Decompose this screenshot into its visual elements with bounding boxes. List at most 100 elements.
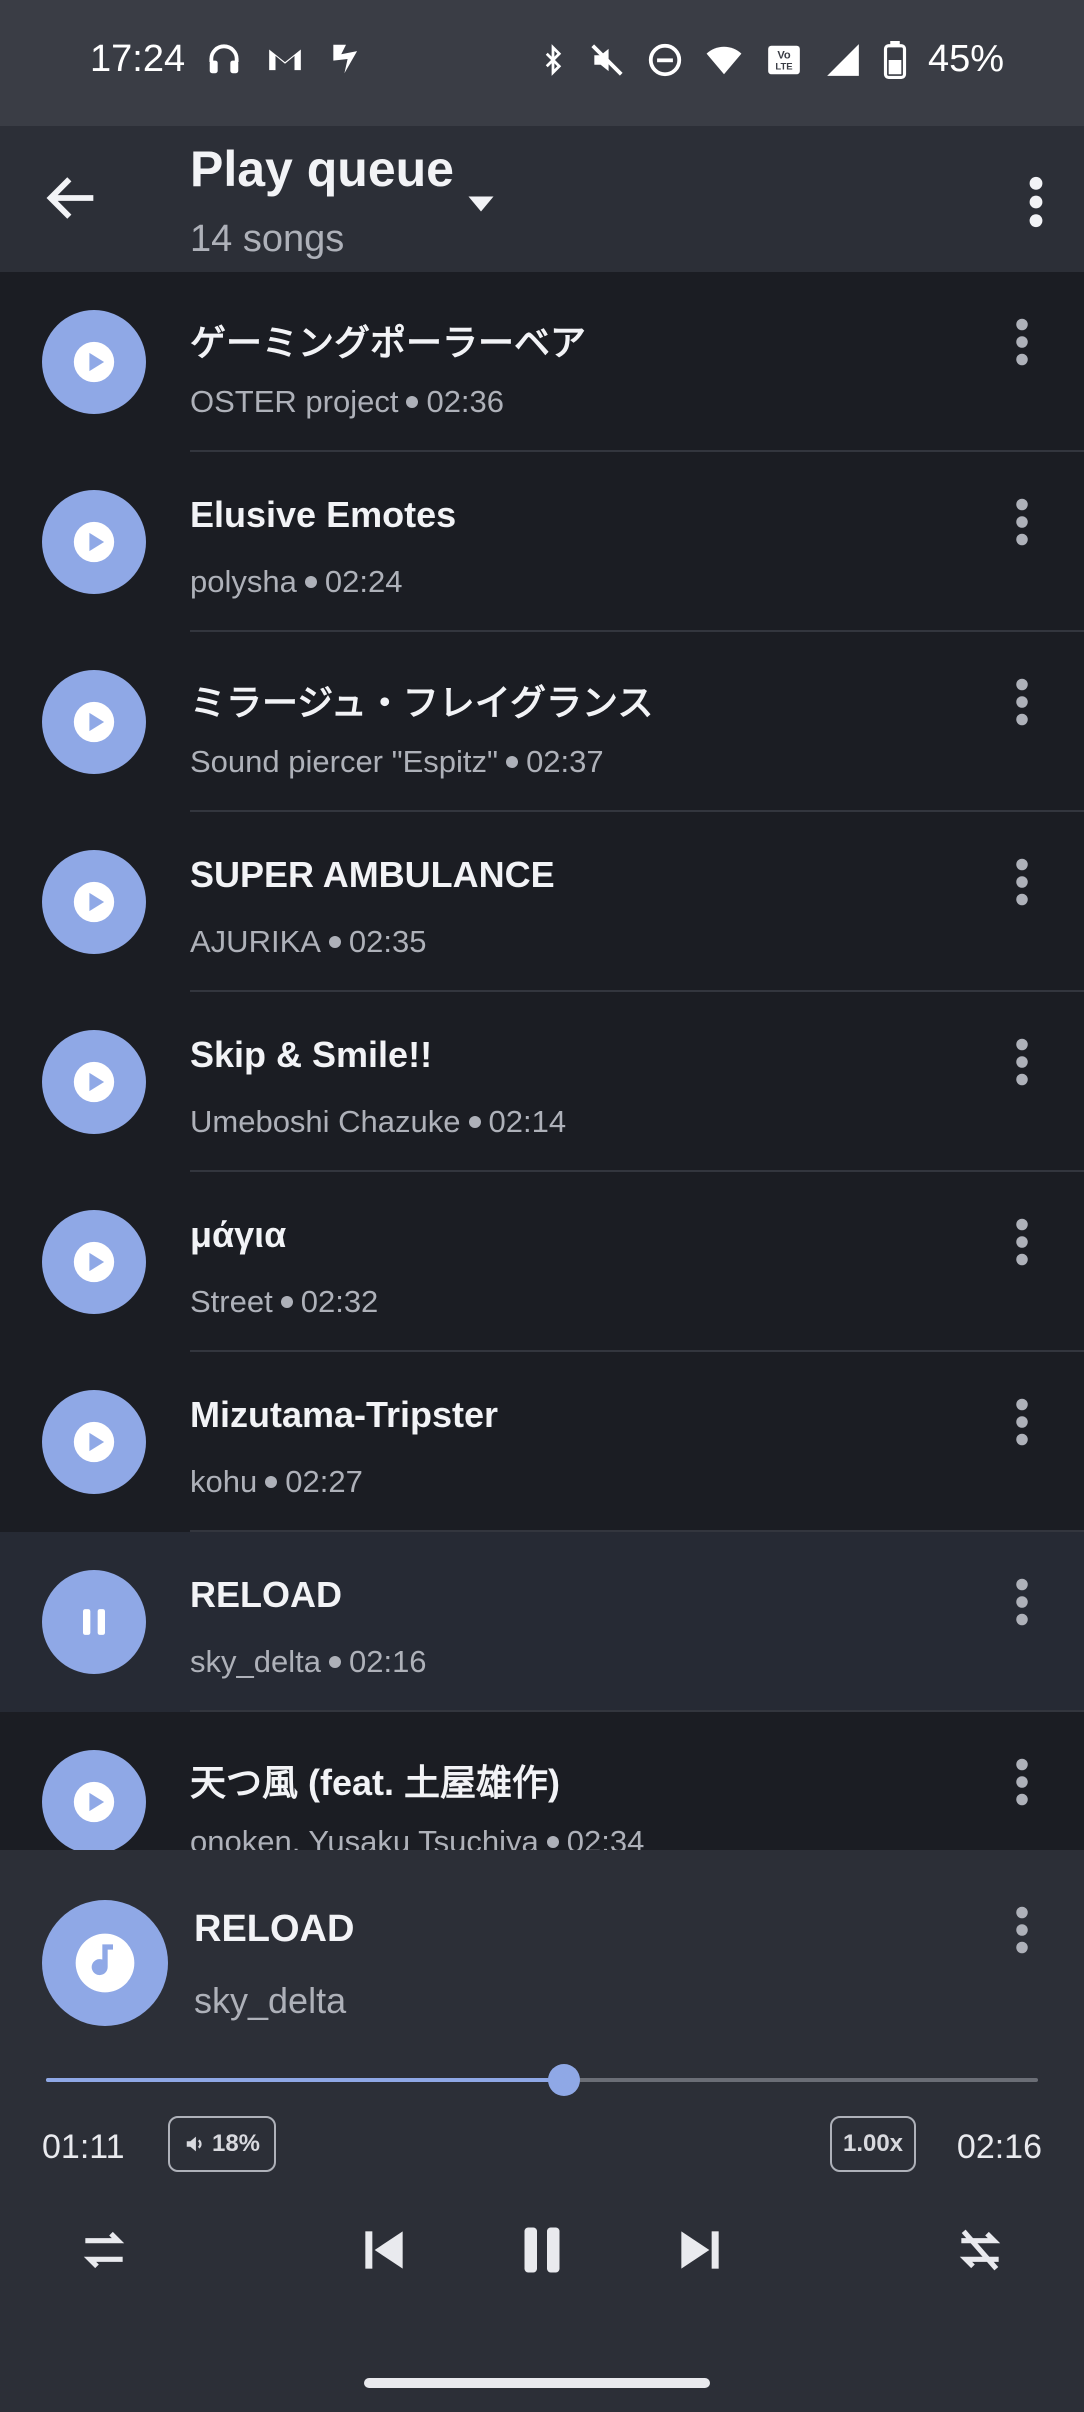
queue-row[interactable]: SUPER AMBULANCE AJURIKA 02:35	[0, 812, 1084, 992]
more-vert-icon	[1016, 1758, 1028, 1806]
pause-icon	[524, 2227, 560, 2273]
caret-down-icon[interactable]	[466, 194, 496, 214]
song-artist: Sound piercer "Espitz"	[190, 744, 499, 779]
play-pause-button[interactable]	[502, 2210, 582, 2290]
now-playing-title: RELOAD	[194, 1908, 355, 1950]
status-bar: 17:24 Vo LTE 45%	[0, 0, 1084, 126]
total-time: 02:16	[956, 2128, 1042, 2166]
queue-list[interactable]: ゲーミングポーラーベア OSTER project 02:36 Elusive E…	[0, 272, 1084, 1850]
seek-thumb[interactable]	[547, 2064, 580, 2096]
song-meta: Umeboshi Chazuke 02:14	[190, 1104, 566, 1140]
song-title: Mizutama-Tripster	[190, 1394, 499, 1435]
queue-row[interactable]: Elusive Emotes polysha 02:24	[0, 452, 1084, 632]
play-icon	[73, 521, 115, 563]
play-button[interactable]	[42, 1030, 146, 1134]
shuffle-button[interactable]	[940, 2210, 1020, 2290]
song-artist: OSTER project	[190, 384, 399, 419]
play-icon	[73, 881, 115, 923]
back-button[interactable]	[40, 166, 104, 230]
more-vert-icon	[1016, 1218, 1028, 1266]
play-button[interactable]	[42, 1750, 146, 1850]
row-overflow-button[interactable]	[1002, 1392, 1042, 1452]
row-overflow-button[interactable]	[1002, 1212, 1042, 1272]
song-meta: Street 02:32	[190, 1284, 378, 1320]
song-title: ミラージュ・フレイグランス	[190, 682, 654, 723]
song-artist: onoken, Yusaku Tsuchiya	[190, 1824, 539, 1850]
play-button[interactable]	[42, 670, 146, 774]
headphones-icon	[209, 44, 239, 74]
song-meta: onoken, Yusaku Tsuchiya 02:34	[190, 1824, 644, 1850]
overflow-menu-button[interactable]	[1012, 170, 1060, 234]
more-vert-icon	[1016, 678, 1028, 726]
more-vert-icon	[1016, 318, 1028, 366]
battery-icon	[883, 40, 907, 79]
song-meta: polysha 02:24	[190, 564, 402, 600]
play-button[interactable]	[42, 1570, 146, 1674]
queue-row[interactable]: μάγια Street 02:32	[0, 1172, 1084, 1352]
volume-button[interactable]: 18%	[168, 2116, 276, 2172]
previous-button[interactable]	[344, 2210, 424, 2290]
volume-icon	[186, 2136, 202, 2152]
queue-row[interactable]: 天つ風 (feat. 土屋雄作) onoken, Yusaku Tsuchiya…	[0, 1712, 1084, 1850]
song-title: Skip & Smile!!	[190, 1034, 433, 1075]
notification-icons	[205, 40, 365, 78]
bluetooth-icon	[545, 43, 562, 76]
play-icon	[73, 1781, 115, 1823]
separator-dot	[546, 1835, 559, 1848]
arrow-back-icon	[46, 177, 94, 219]
play-icon	[73, 1061, 115, 1103]
song-meta: sky_delta 02:16	[190, 1644, 427, 1680]
song-title: μάγια	[190, 1214, 287, 1255]
mute-icon	[591, 43, 623, 76]
queue-row[interactable]: RELOAD sky_delta 02:16	[0, 1532, 1084, 1712]
row-overflow-button[interactable]	[1002, 1572, 1042, 1632]
svg-text:LTE: LTE	[775, 61, 792, 72]
song-meta: OSTER project 02:36	[190, 384, 504, 420]
song-title: Elusive Emotes	[190, 494, 457, 535]
song-meta: Sound piercer "Espitz" 02:37	[190, 744, 604, 780]
play-button[interactable]	[42, 310, 146, 414]
song-artist: Street	[190, 1284, 273, 1319]
elapsed-time: 01:11	[42, 2128, 125, 2166]
play-button[interactable]	[42, 490, 146, 594]
more-vert-icon	[1016, 1906, 1028, 1954]
separator-dot	[304, 575, 317, 588]
song-artist: polysha	[190, 564, 297, 599]
album-art	[42, 1900, 168, 2026]
separator-dot	[468, 1115, 481, 1128]
song-artist: kohu	[190, 1464, 258, 1499]
seek-bar[interactable]	[46, 2064, 1038, 2096]
queue-row[interactable]: ゲーミングポーラーベア OSTER project 02:36	[0, 272, 1084, 452]
pause-icon	[83, 1609, 105, 1635]
row-overflow-button[interactable]	[1002, 312, 1042, 372]
queue-row[interactable]: Skip & Smile!! Umeboshi Chazuke 02:14	[0, 992, 1084, 1172]
app-bar: Play queue 14 songs	[0, 126, 1084, 272]
song-artist: Umeboshi Chazuke	[190, 1104, 461, 1139]
row-overflow-button[interactable]	[1002, 852, 1042, 912]
home-indicator[interactable]	[364, 2378, 710, 2388]
play-button[interactable]	[42, 1210, 146, 1314]
row-overflow-button[interactable]	[1002, 492, 1042, 552]
separator-dot	[328, 935, 341, 948]
gmail-icon	[269, 49, 301, 71]
queue-row[interactable]: Mizutama-Tripster kohu 02:27	[0, 1352, 1084, 1532]
play-button[interactable]	[42, 850, 146, 954]
row-overflow-button[interactable]	[1002, 1032, 1042, 1092]
song-title: RELOAD	[190, 1574, 342, 1615]
seek-progress	[46, 2078, 564, 2082]
repeat-button[interactable]	[64, 2210, 144, 2290]
song-duration: 02:35	[348, 924, 427, 959]
separator-dot	[265, 1475, 278, 1488]
separator-dot	[280, 1295, 293, 1308]
song-duration: 02:36	[426, 384, 505, 419]
more-vert-icon	[1016, 858, 1028, 906]
play-button[interactable]	[42, 1390, 146, 1494]
row-overflow-button[interactable]	[1002, 672, 1042, 732]
row-overflow-button[interactable]	[1002, 1752, 1042, 1812]
song-duration: 02:14	[488, 1104, 567, 1139]
more-vert-icon	[1029, 176, 1043, 228]
now-playing-overflow-button[interactable]	[1002, 1900, 1042, 1960]
queue-row[interactable]: ミラージュ・フレイグランス Sound piercer "Espitz" 02:3…	[0, 632, 1084, 812]
next-button[interactable]	[660, 2210, 740, 2290]
speed-button[interactable]: 1.00x	[830, 2116, 916, 2172]
